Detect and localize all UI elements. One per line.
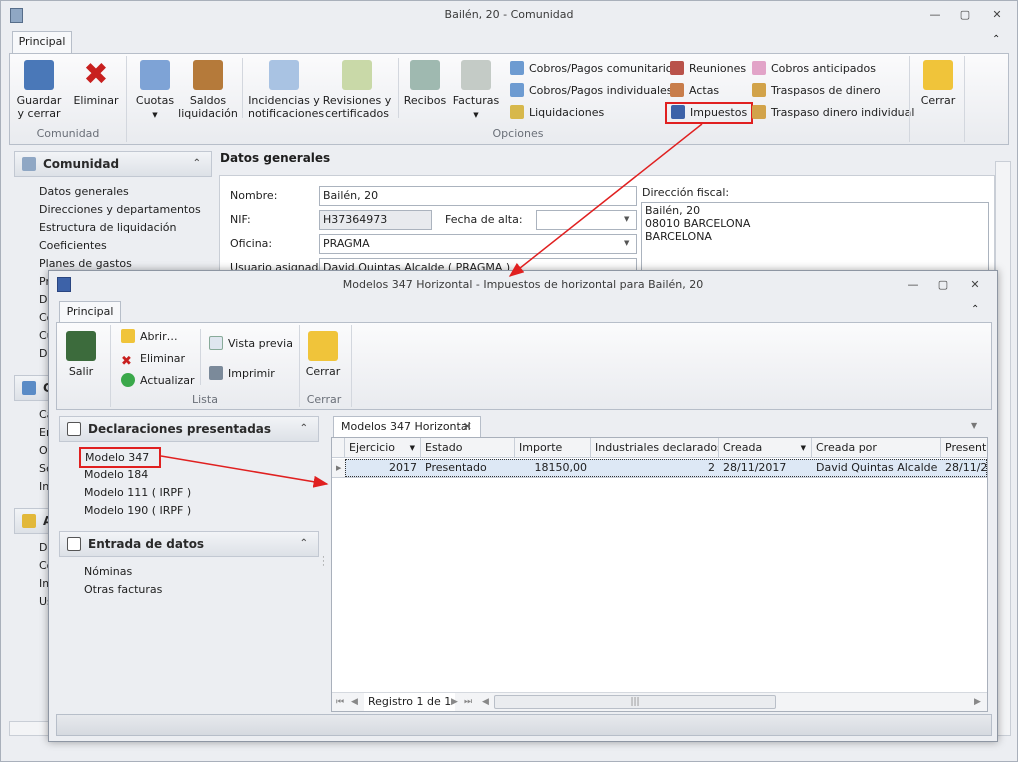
annotation-arrows: [160, 123, 703, 488]
arrow-impuestos-to-window: [508, 123, 703, 277]
arrow-modelo-to-grid: [160, 455, 329, 488]
